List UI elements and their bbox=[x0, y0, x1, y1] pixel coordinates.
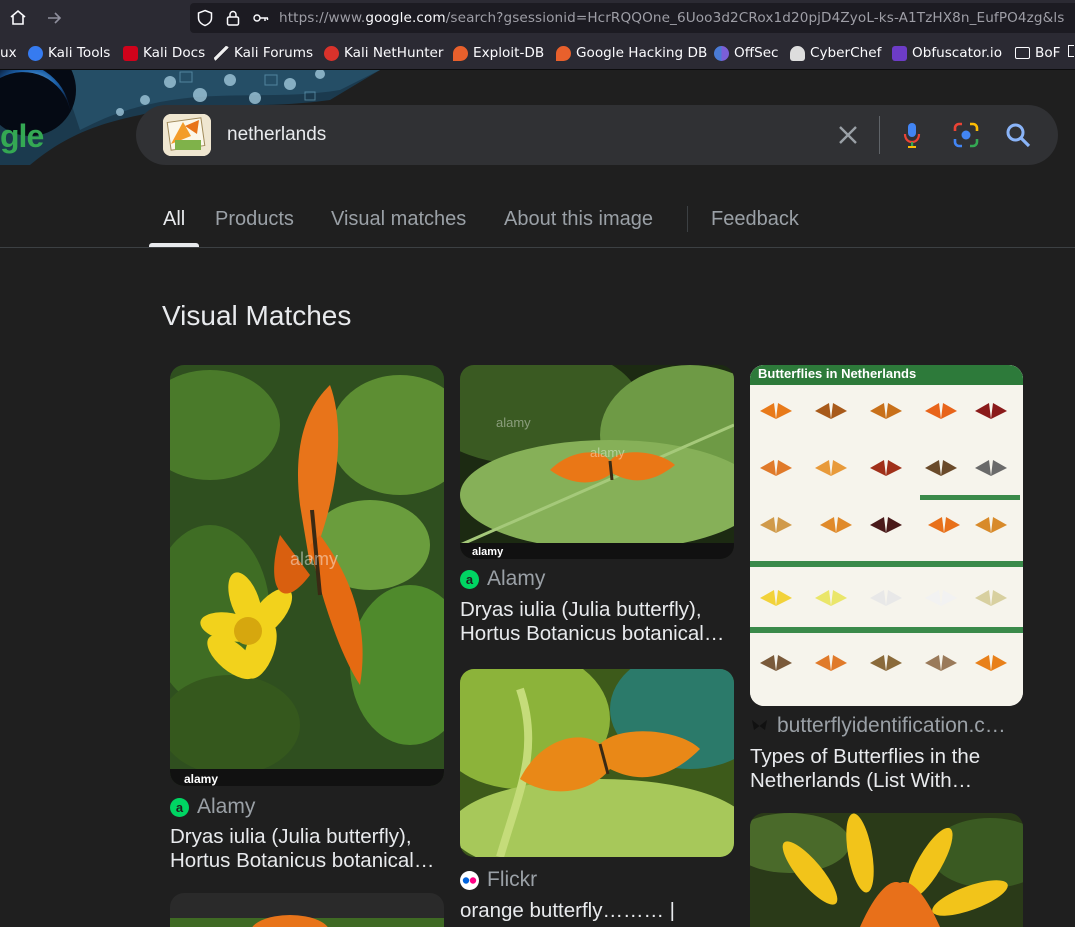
shield-icon[interactable] bbox=[196, 9, 214, 27]
bookmark-item[interactable]: CyberChef bbox=[790, 45, 881, 61]
feedback-link[interactable]: Feedback bbox=[711, 208, 799, 231]
ghdb-icon bbox=[556, 45, 571, 61]
bookmark-item[interactable]: Kali Tools bbox=[28, 45, 110, 61]
result-title[interactable]: Dryas iulia (Julia butterfly), Hortus Bo… bbox=[460, 598, 736, 646]
search-box[interactable]: netherlands bbox=[136, 105, 1058, 165]
result-image[interactable] bbox=[170, 893, 444, 927]
bookmark-item[interactable]: BoF bbox=[1015, 45, 1060, 61]
poster-title: Butterflies in Netherlands bbox=[758, 366, 916, 381]
folder-icon bbox=[1015, 47, 1030, 59]
alamy-icon: a bbox=[460, 569, 479, 589]
result-title[interactable]: orange butterfly……… | bbox=[460, 899, 736, 923]
bookmark-item[interactable]: ux bbox=[0, 45, 17, 61]
folder-icon[interactable] bbox=[1068, 45, 1075, 57]
bookmark-item[interactable]: OffSec bbox=[714, 45, 779, 61]
microphone-icon[interactable] bbox=[898, 121, 926, 149]
result-source[interactable]: a Alamy bbox=[170, 795, 255, 819]
bookmark-item[interactable]: Kali Forums bbox=[214, 45, 313, 61]
permissions-icon[interactable] bbox=[252, 9, 270, 27]
obfuscator-icon bbox=[892, 45, 907, 61]
forward-icon[interactable] bbox=[43, 7, 65, 29]
exploit-db-icon bbox=[453, 45, 468, 61]
search-query[interactable]: netherlands bbox=[227, 124, 326, 146]
watermark: alamy bbox=[590, 445, 625, 460]
search-divider bbox=[879, 116, 880, 154]
google-lens-icon[interactable] bbox=[952, 121, 980, 149]
butterfly-icon bbox=[750, 717, 769, 736]
bookmark-item[interactable]: Obfuscator.io bbox=[892, 45, 1002, 61]
url-bar[interactable]: https://www.google.com/search?gsessionid… bbox=[190, 3, 1075, 33]
watermark: alamy bbox=[290, 549, 338, 569]
result-image[interactable]: alamy alamy bbox=[170, 365, 444, 786]
active-tab-indicator bbox=[149, 243, 199, 247]
url-text[interactable]: https://www.google.com/search?gsessionid… bbox=[279, 10, 1064, 26]
bookmark-item[interactable]: Kali NetHunter bbox=[324, 45, 443, 61]
bookmark-item[interactable]: Kali Docs bbox=[123, 45, 205, 61]
search-icon[interactable] bbox=[1004, 121, 1032, 149]
result-source[interactable]: Flickr bbox=[460, 868, 537, 892]
nethunter-icon bbox=[324, 45, 339, 61]
google-lens-page: gle netherlands All Products Visual matc… bbox=[0, 70, 1075, 927]
cyberchef-icon bbox=[790, 45, 805, 61]
tab-visual-matches[interactable]: Visual matches bbox=[331, 208, 466, 231]
result-source[interactable]: a Alamy bbox=[460, 567, 545, 591]
lock-icon[interactable] bbox=[224, 9, 242, 27]
tab-divider bbox=[687, 206, 688, 232]
result-title[interactable]: Dryas iulia (Julia butterfly), Hortus Bo… bbox=[170, 825, 446, 873]
tab-products[interactable]: Products bbox=[215, 208, 294, 231]
result-image[interactable]: Butterflies in Netherlands bbox=[750, 365, 1023, 706]
tab-about-this-image[interactable]: About this image bbox=[504, 208, 653, 231]
result-image[interactable] bbox=[750, 813, 1023, 927]
tab-all[interactable]: All bbox=[163, 208, 185, 231]
bookmark-item[interactable]: Google Hacking DB bbox=[556, 45, 707, 61]
alamy-icon: a bbox=[170, 797, 189, 817]
result-source[interactable]: butterflyidentification.c… bbox=[750, 714, 1006, 738]
result-title[interactable]: Types of Butterflies in the Netherlands … bbox=[750, 745, 1026, 793]
flickr-icon bbox=[460, 870, 479, 890]
query-image-thumbnail[interactable] bbox=[163, 114, 211, 156]
offsec-icon bbox=[714, 45, 729, 61]
bookmark-item[interactable]: Exploit-DB bbox=[453, 45, 544, 61]
watermark: alamy bbox=[472, 546, 504, 558]
section-title: Visual Matches bbox=[162, 300, 352, 331]
clear-icon[interactable] bbox=[834, 121, 862, 149]
bookmarks-bar: ux Kali Tools Kali Docs Kali Forums Kali… bbox=[0, 37, 1075, 70]
kali-docs-icon bbox=[123, 45, 138, 61]
result-image[interactable] bbox=[460, 669, 734, 857]
result-tabs: All Products Visual matches About this i… bbox=[0, 200, 1075, 248]
kali-forums-icon bbox=[214, 45, 229, 61]
result-image[interactable]: alamy alamy alamy bbox=[460, 365, 734, 559]
browser-toolbar: https://www.google.com/search?gsessionid… bbox=[0, 0, 1075, 37]
google-logo[interactable]: gle bbox=[0, 118, 44, 155]
watermark: alamy bbox=[496, 415, 531, 430]
kali-tools-icon bbox=[28, 45, 43, 61]
watermark: alamy bbox=[184, 772, 218, 786]
home-icon[interactable] bbox=[7, 7, 29, 29]
